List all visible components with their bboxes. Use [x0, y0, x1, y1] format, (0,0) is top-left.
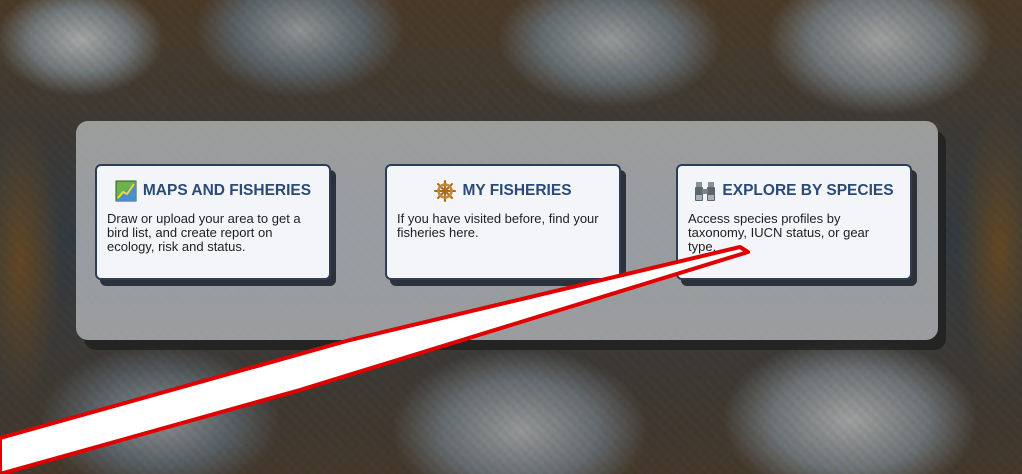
card-header: MAPS AND FISHERIES	[107, 180, 319, 202]
binoculars-icon	[694, 180, 716, 202]
card-title: MY FISHERIES	[462, 182, 572, 199]
maps-and-fisheries-card[interactable]: MAPS AND FISHERIES Draw or upload your a…	[95, 164, 331, 280]
explore-by-species-card[interactable]: EXPLORE BY SPECIES Access species profil…	[676, 164, 912, 280]
card-header: MY FISHERIES	[397, 180, 609, 202]
my-fisheries-card[interactable]: MY FISHERIES If you have visited before,…	[385, 164, 621, 280]
ship-wheel-icon	[434, 180, 457, 202]
card-description: Access species profiles by taxonomy, IUC…	[688, 211, 870, 254]
card-title: MAPS AND FISHERIES	[142, 182, 312, 199]
card-description: If you have visited before, find your fi…	[397, 211, 599, 240]
card-header: EXPLORE BY SPECIES	[688, 180, 900, 202]
card-title: EXPLORE BY SPECIES	[722, 182, 894, 199]
map-icon	[115, 180, 137, 202]
card-description: Draw or upload your area to get a bird l…	[107, 211, 301, 254]
